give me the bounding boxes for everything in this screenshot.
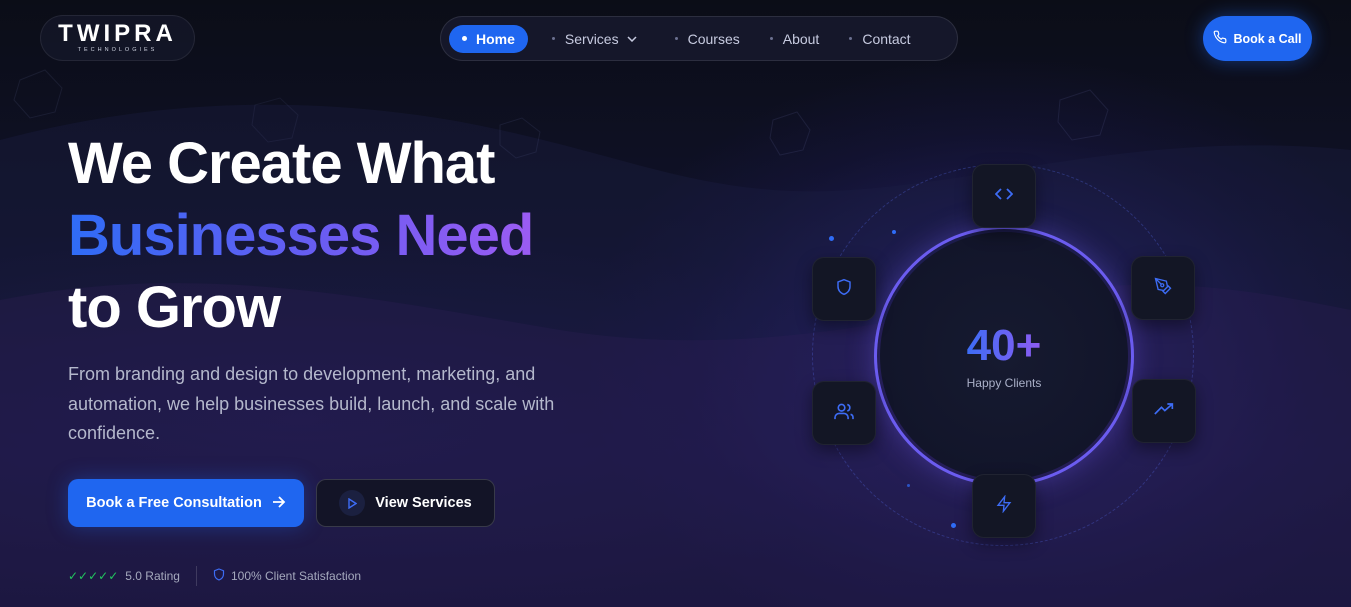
nav-item-label: Services — [564, 30, 619, 47]
sparkle-dot — [951, 523, 956, 528]
dot-icon — [769, 37, 773, 40]
sparkle-dot — [892, 230, 896, 234]
nav-item-label: Contact — [862, 30, 911, 47]
view-services-button[interactable]: View Services — [316, 479, 495, 527]
arrow-right-icon — [272, 495, 286, 512]
trust-bar: ✓✓✓✓✓ 5.0 Rating 100% Client Satisfactio… — [68, 566, 361, 586]
security-tile — [812, 257, 876, 321]
play-icon — [339, 490, 366, 516]
trending-up-icon — [1154, 402, 1174, 421]
team-tile — [812, 381, 876, 445]
zap-icon — [996, 493, 1012, 518]
book-consultation-button[interactable]: Book a Free Consultation — [68, 479, 304, 527]
nav-item-services[interactable]: Services — [538, 25, 651, 53]
headline-line-2: Businesses Need — [68, 200, 534, 272]
pen-tool-icon — [1154, 277, 1172, 300]
nav-item-label: Home — [476, 30, 515, 47]
users-icon — [834, 402, 854, 425]
nav-item-courses[interactable]: Courses — [661, 25, 754, 53]
code-tile — [972, 164, 1036, 228]
nav-item-about[interactable]: About — [756, 25, 834, 53]
phone-icon — [1213, 30, 1233, 47]
book-consultation-label: Book a Free Consultation — [86, 495, 262, 511]
sparkle-dot — [907, 484, 910, 487]
rating-text: 5.0 Rating — [125, 569, 180, 583]
automation-tile — [972, 474, 1036, 538]
chevron-down-icon — [627, 33, 637, 45]
sparkle-dot — [829, 236, 834, 241]
code-icon — [994, 187, 1014, 205]
shield-icon — [836, 278, 852, 301]
book-call-button[interactable]: Book a Call — [1203, 16, 1312, 61]
brand-tagline: TECHNOLOGIES — [77, 47, 158, 53]
hero-subtext: From branding and design to development,… — [68, 364, 555, 443]
shield-icon — [213, 568, 225, 584]
main-nav: Home Services Courses About Contact — [440, 16, 958, 61]
hero-headline: We Create What Businesses Need to Grow — [68, 128, 534, 344]
satisfaction-text: 100% Client Satisfaction — [230, 569, 362, 583]
happy-clients-label: Happy Clients — [966, 376, 1042, 390]
view-services-label: View Services — [375, 495, 472, 511]
nav-item-home[interactable]: Home — [449, 24, 528, 53]
brand-logo[interactable]: TWIPRA TECHNOLOGIES — [40, 15, 195, 61]
nav-item-label: Courses — [687, 30, 740, 47]
nav-item-contact[interactable]: Contact — [835, 25, 924, 53]
dot-icon — [849, 37, 853, 40]
active-dot-icon — [462, 36, 467, 41]
nav-item-label: About — [782, 30, 820, 47]
divider — [195, 566, 197, 586]
check-icons: ✓✓✓✓✓ — [68, 569, 119, 583]
dot-icon — [674, 37, 678, 40]
headline-line-1: We Create What — [68, 131, 495, 196]
happy-clients-value: 40+ — [966, 321, 1042, 370]
dot-icon — [551, 37, 555, 40]
design-tile — [1131, 256, 1195, 320]
growth-tile — [1132, 379, 1196, 443]
headline-line-3: to Grow — [68, 275, 281, 340]
brand-name: TWIPRA — [58, 20, 177, 47]
stats-circle: 40+ Happy Clients — [877, 229, 1131, 483]
book-call-label: Book a Call — [1233, 31, 1302, 46]
